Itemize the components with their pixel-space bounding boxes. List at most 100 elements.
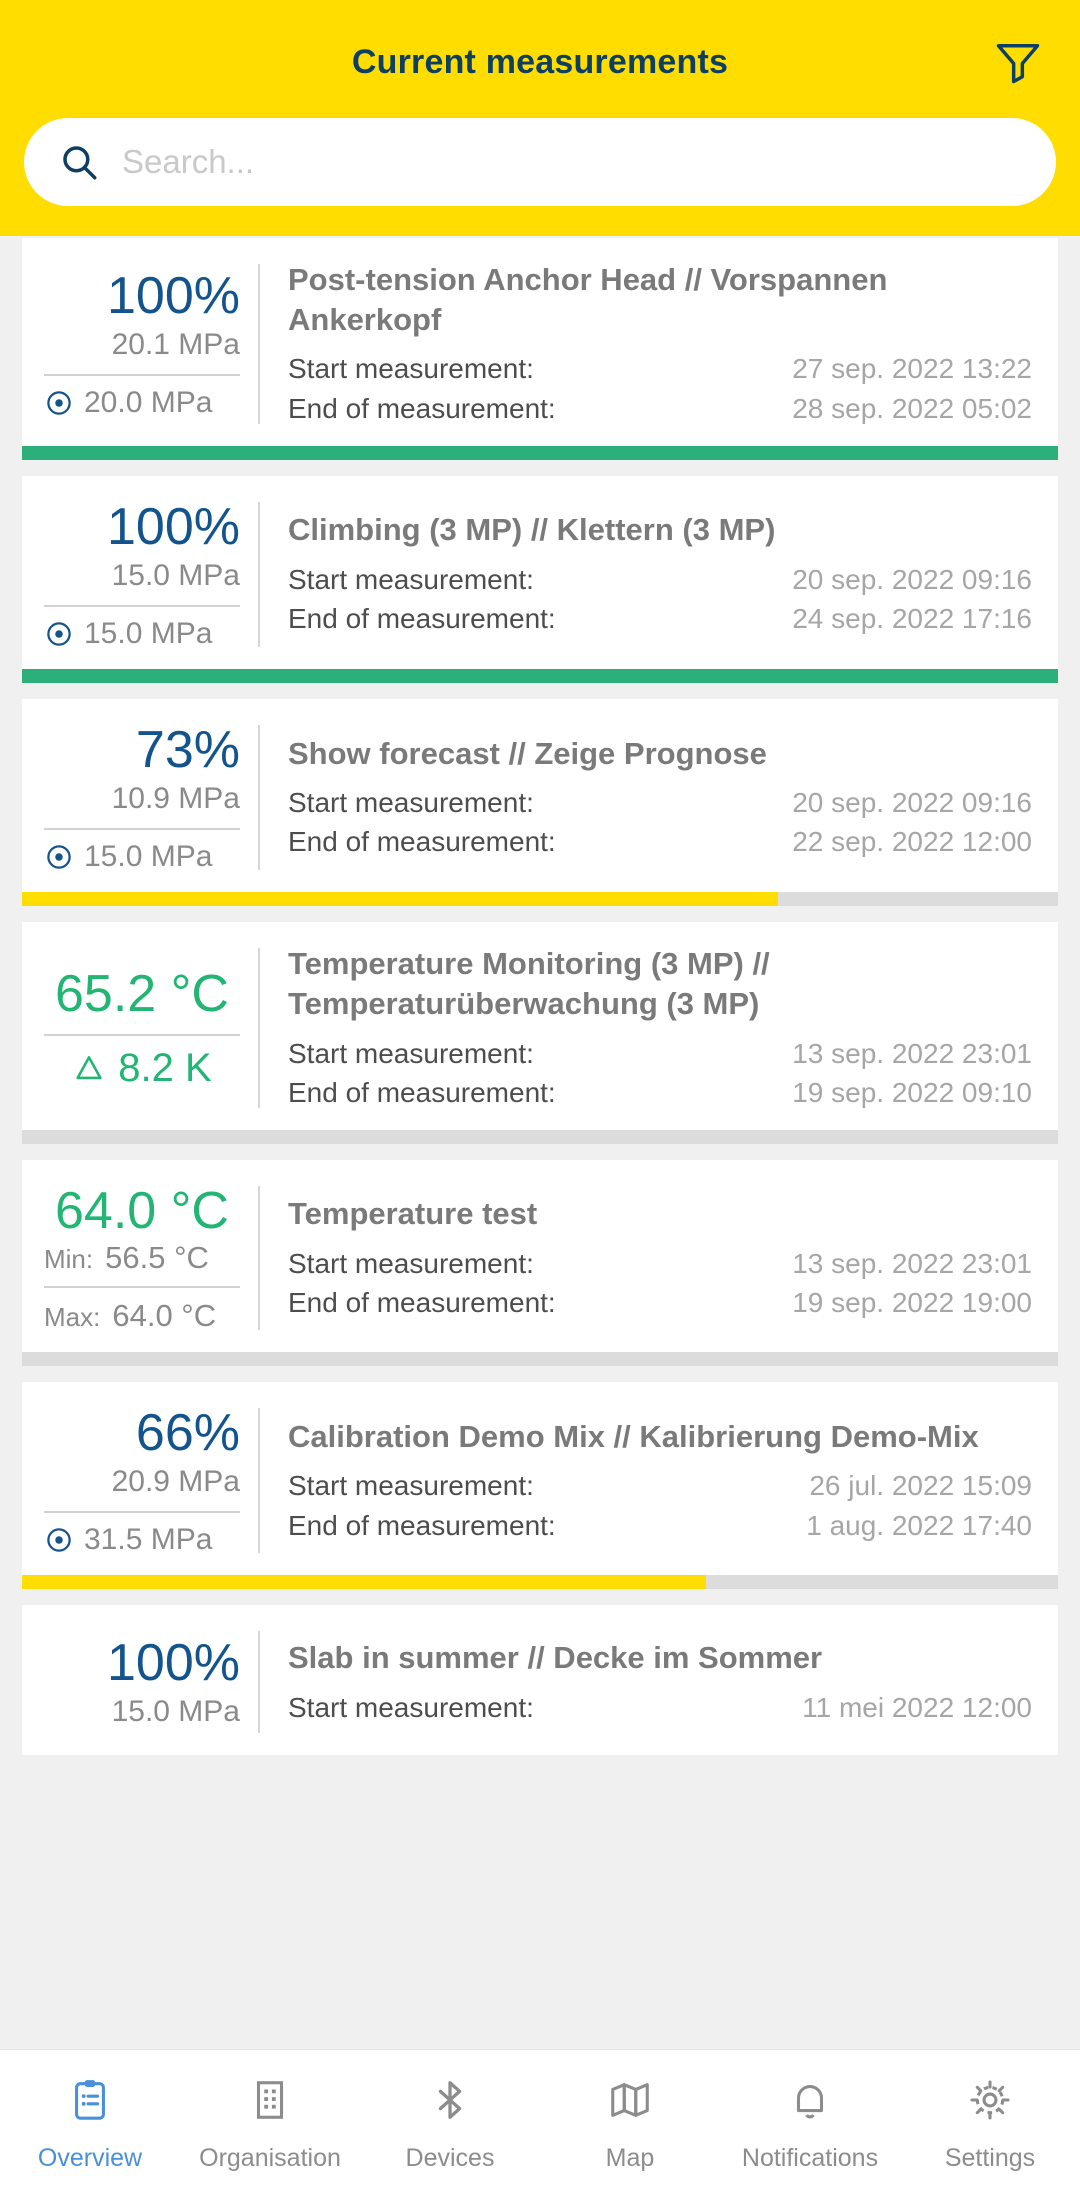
end-label: End of measurement: [288,826,556,858]
nav-item-label: Map [605,2144,655,2172]
filter-funnel-icon [996,44,1040,84]
nav-item-overview[interactable]: Overview [0,2072,180,2173]
card-title: Slab in summer // Decke im Sommer [288,1639,823,1675]
start-row: Start measurement: 20 sep. 2022 09:16 [288,783,1032,822]
nav-item-notifications[interactable]: Notifications [720,2072,900,2173]
measurement-card[interactable]: 100% 15.0 MPa Slab in summer // Decke im S… [0,1605,1080,1756]
nav-item-devices[interactable]: Devices [360,2072,540,2173]
end-row: End of measurement: 24 sep. 2022 17:16 [288,599,1032,638]
card-details: Calibration Demo Mix // Kalibrierung Dem… [260,1404,1058,1557]
card-details: Post-tension Anchor Head // Vorspannen A… [260,260,1058,428]
search-placeholder: Search... [122,143,255,180]
metric-target-value: 20.0 MPa [84,386,213,420]
end-value: 1 aug. 2022 17:40 [806,1509,1032,1541]
start-value: 26 jul. 2022 15:09 [809,1470,1032,1502]
measurement-card[interactable]: 66% 20.9 MPa 31.5 MPa Calibration Demo Mix … [0,1382,1080,1590]
gear-icon [967,2072,1013,2128]
end-label: End of measurement: [288,1076,556,1108]
card-body[interactable]: 100% 20.1 MPa 20.0 MPa Post-tension Anchor … [22,238,1058,446]
end-value: 22 sep. 2022 12:00 [792,826,1032,858]
card-title: Temperature Monitoring (3 MP) // Tempera… [288,946,770,1021]
metric-target-value: 15.0 MPa [84,840,213,874]
progress-track [22,1575,1058,1590]
search-icon [63,146,97,180]
metric-divider [44,1286,240,1289]
start-value: 27 sep. 2022 13:22 [792,353,1032,385]
target-icon [47,845,71,869]
search-input[interactable]: Search... [24,118,1056,206]
app-header: Current measurements Search... [0,0,1080,236]
metric-divider [44,828,240,831]
delta-triangle-icon [76,1056,102,1080]
nav-item-label: Devices [405,2144,495,2172]
card-metrics: 100% 15.0 MPa [22,1627,258,1737]
metric-delta-value: 8.2 K [118,1045,212,1090]
progress-track [22,445,1058,460]
end-label: End of measurement: [288,1286,556,1318]
end-row: End of measurement: 22 sep. 2022 12:00 [288,822,1032,861]
metric-primary-value: 100% [107,497,240,556]
end-value: 19 sep. 2022 19:00 [792,1286,1032,1318]
end-label: End of measurement: [288,603,556,635]
measurement-card[interactable]: 100% 15.0 MPa 15.0 MPa Climbing (3 MP) // K… [0,475,1080,683]
metric-target-row: 15.0 MPa [44,840,240,874]
start-label: Start measurement: [288,1691,534,1723]
progress-fill [22,668,1058,683]
card-metrics: 66% 20.9 MPa 31.5 MPa [22,1404,258,1557]
end-label: End of measurement: [288,392,556,424]
card-details: Climbing (3 MP) // Klettern (3 MP) Start … [260,498,1058,651]
card-title: Post-tension Anchor Head // Vorspannen A… [288,262,888,337]
target-icon [47,1528,71,1553]
nav-item-organisation[interactable]: Organisation [180,2072,360,2173]
card-body[interactable]: 73% 10.9 MPa 15.0 MPa Show forecast // Zeig… [22,698,1058,893]
measurement-card[interactable]: 100% 20.1 MPa 20.0 MPa Post-tension Anchor … [0,238,1080,460]
bottom-navigation: Overview Organisation Devices Map Notificati… [0,2049,1080,2195]
end-row: End of measurement: 19 sep. 2022 09:10 [288,1073,1032,1112]
card-metrics: 64.0 °C Min: 56.5 °C Max: 64.0 °C [22,1182,258,1334]
metric-divider [44,604,240,607]
card-body[interactable]: 100% 15.0 MPa 15.0 MPa Climbing (3 MP) // K… [22,475,1058,669]
end-label: End of measurement: [288,1509,556,1541]
end-row: End of measurement: 19 sep. 2022 19:00 [288,1283,1032,1322]
metric-target-row: 20.0 MPa [44,386,240,420]
card-body[interactable]: 64.0 °C Min: 56.5 °C Max: 64.0 °C Temperature… [22,1159,1058,1353]
nav-item-map[interactable]: Map [540,2072,720,2173]
start-row: Start measurement: 26 jul. 2022 15:09 [288,1466,1032,1505]
measurement-card[interactable]: 65.2 °C 8.2 K Temperature Monitoring (3 MP… [0,922,1080,1144]
metric-target-row: 31.5 MPa [44,1523,240,1557]
card-details: Temperature Monitoring (3 MP) // Tempera… [260,944,1058,1112]
metric-primary-value: 100% [107,1633,240,1692]
metric-max-value: 64.0 °C [112,1298,217,1334]
measurement-card[interactable]: 73% 10.9 MPa 15.0 MPa Show forecast // Zeig… [0,698,1080,907]
metric-current-value: 15.0 MPa [111,558,240,592]
metric-min-label: Min: [44,1244,94,1275]
metric-divider [44,374,240,377]
progress-fill [22,445,1058,460]
card-metrics: 100% 15.0 MPa 15.0 MPa [22,498,258,651]
progress-fill [22,1575,706,1590]
card-title: Climbing (3 MP) // Klettern (3 MP) [288,512,776,548]
metric-current-value: 20.1 MPa [111,328,240,362]
nav-item-label: Overview [37,2144,143,2172]
start-label: Start measurement: [288,353,534,385]
nav-item-label: Settings [944,2144,1036,2172]
progress-track [22,892,1058,907]
start-value: 20 sep. 2022 09:16 [792,787,1032,819]
card-body[interactable]: 66% 20.9 MPa 31.5 MPa Calibration Demo Mix … [22,1382,1058,1576]
metric-primary-value: 73% [135,720,240,779]
metric-target-value: 15.0 MPa [84,616,213,650]
start-row: Start measurement: 13 sep. 2022 23:01 [288,1244,1032,1283]
end-value: 19 sep. 2022 09:10 [792,1076,1032,1108]
measurement-card[interactable]: 64.0 °C Min: 56.5 °C Max: 64.0 °C Temperature… [0,1159,1080,1367]
start-value: 20 sep. 2022 09:16 [792,563,1032,595]
card-body[interactable]: 100% 15.0 MPa Slab in summer // Decke im S… [22,1605,1058,1756]
header-top-row: Current measurements [24,28,1056,96]
nav-item-settings[interactable]: Settings [900,2072,1080,2173]
metric-current-value: 10.9 MPa [111,782,240,816]
target-icon [47,391,71,416]
card-body[interactable]: 65.2 °C 8.2 K Temperature Monitoring (3 MP… [22,922,1058,1130]
progress-track [22,1352,1058,1367]
measurement-list[interactable]: 100% 20.1 MPa 20.0 MPa Post-tension Anchor … [0,238,1080,2049]
start-value: 13 sep. 2022 23:01 [792,1037,1032,1069]
filter-button[interactable] [986,30,1050,94]
